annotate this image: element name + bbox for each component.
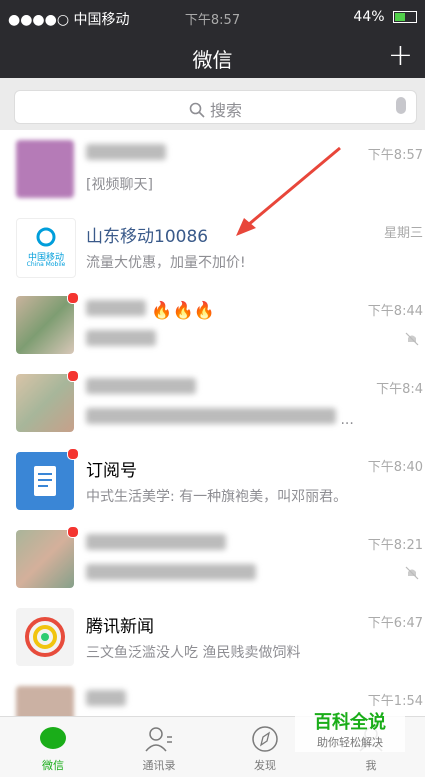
battery-percent: 44% — [353, 9, 385, 25]
chat-preview: ... — [86, 408, 354, 428]
avatar — [16, 140, 74, 198]
list-item[interactable]: 中国移动 China Mobile 山东移动10086 流量大优惠，加量不加价!… — [0, 208, 425, 287]
chat-preview: [视频聊天] — [86, 177, 153, 193]
tab-label: 我 — [365, 759, 377, 772]
contacts-icon — [106, 725, 212, 757]
avatar — [16, 296, 74, 354]
unread-badge — [67, 370, 79, 382]
list-item[interactable]: 下午8:21 — [0, 520, 425, 599]
unread-badge — [67, 292, 79, 304]
chat-preview — [86, 330, 156, 350]
list-item[interactable]: [视频聊天] 下午8:57 — [0, 130, 425, 209]
unread-badge — [67, 448, 79, 460]
status-bar: ●●●●○ 中国移动 下午8:57 44% — [0, 0, 425, 34]
chat-name — [86, 534, 226, 555]
tab-label: 发现 — [254, 759, 276, 772]
list-item[interactable]: 🔥🔥🔥 下午8:44 — [0, 286, 425, 365]
chat-time: 星期三 — [383, 226, 423, 241]
chat-name — [86, 144, 166, 165]
chat-name — [86, 378, 196, 399]
chat-name — [86, 690, 126, 711]
search-placeholder: 搜索 — [210, 101, 243, 120]
add-icon[interactable]: + — [388, 38, 413, 73]
chat-list: [视频聊天] 下午8:57 中国移动 China Mobile 山东移动1008… — [0, 130, 425, 755]
watermark-logo: 百科全说 助你轻松解决 — [295, 706, 405, 752]
mute-icon — [405, 332, 419, 346]
chat-time: 下午8:4 — [376, 382, 423, 397]
chat-name: 山东移动10086 — [86, 227, 209, 247]
chat-time: 下午6:47 — [367, 616, 423, 631]
avatar — [16, 530, 74, 588]
chat-time: 下午8:21 — [367, 538, 423, 553]
page-title: 微信 — [192, 48, 233, 72]
navigation-bar: 微信 + — [0, 34, 425, 78]
china-mobile-logo: 中国移动 China Mobile — [16, 218, 76, 278]
search-section: 搜索 — [0, 78, 425, 130]
chat-preview: 中式生活美学: 有一种旗袍美，叫邓丽君。 — [86, 489, 348, 505]
list-item[interactable]: 订阅号 中式生活美学: 有一种旗袍美，叫邓丽君。 下午8:40 — [0, 442, 425, 521]
subscription-icon — [16, 452, 74, 510]
mute-icon — [405, 566, 419, 580]
battery-indicator: 44% — [353, 9, 417, 25]
tab-label: 微信 — [42, 759, 64, 772]
unread-badge — [67, 526, 79, 538]
chat-preview: 三文鱼泛滥没人吃 渔民贱卖做饲料 — [86, 645, 301, 661]
chat-name: 🔥🔥🔥 — [86, 300, 215, 321]
chat-name: 腾讯新闻 — [86, 617, 154, 637]
chat-preview: 流量大优惠，加量不加价! — [86, 255, 246, 271]
avatar — [16, 374, 74, 432]
search-icon — [189, 101, 210, 120]
list-item[interactable]: 腾讯新闻 三文鱼泛滥没人吃 渔民贱卖做饲料 下午6:47 — [0, 598, 425, 677]
annotation-arrow-icon — [236, 146, 341, 236]
chat-name: 订阅号 — [86, 461, 137, 481]
tab-label: 通讯录 — [142, 759, 176, 772]
chat-bubble-icon — [0, 725, 106, 757]
battery-icon — [393, 11, 417, 23]
search-input[interactable]: 搜索 — [14, 90, 417, 124]
chat-time: 下午8:40 — [367, 460, 423, 475]
chat-preview — [86, 564, 256, 584]
tencent-news-icon — [16, 608, 74, 666]
microphone-icon[interactable] — [396, 97, 406, 114]
chat-time: 下午8:57 — [367, 148, 423, 163]
list-item[interactable]: ... 下午8:4 — [0, 364, 425, 443]
tab-wechat[interactable]: 微信 — [0, 717, 106, 777]
tab-contacts[interactable]: 通讯录 — [106, 717, 212, 777]
chat-time: 下午8:44 — [367, 304, 423, 319]
